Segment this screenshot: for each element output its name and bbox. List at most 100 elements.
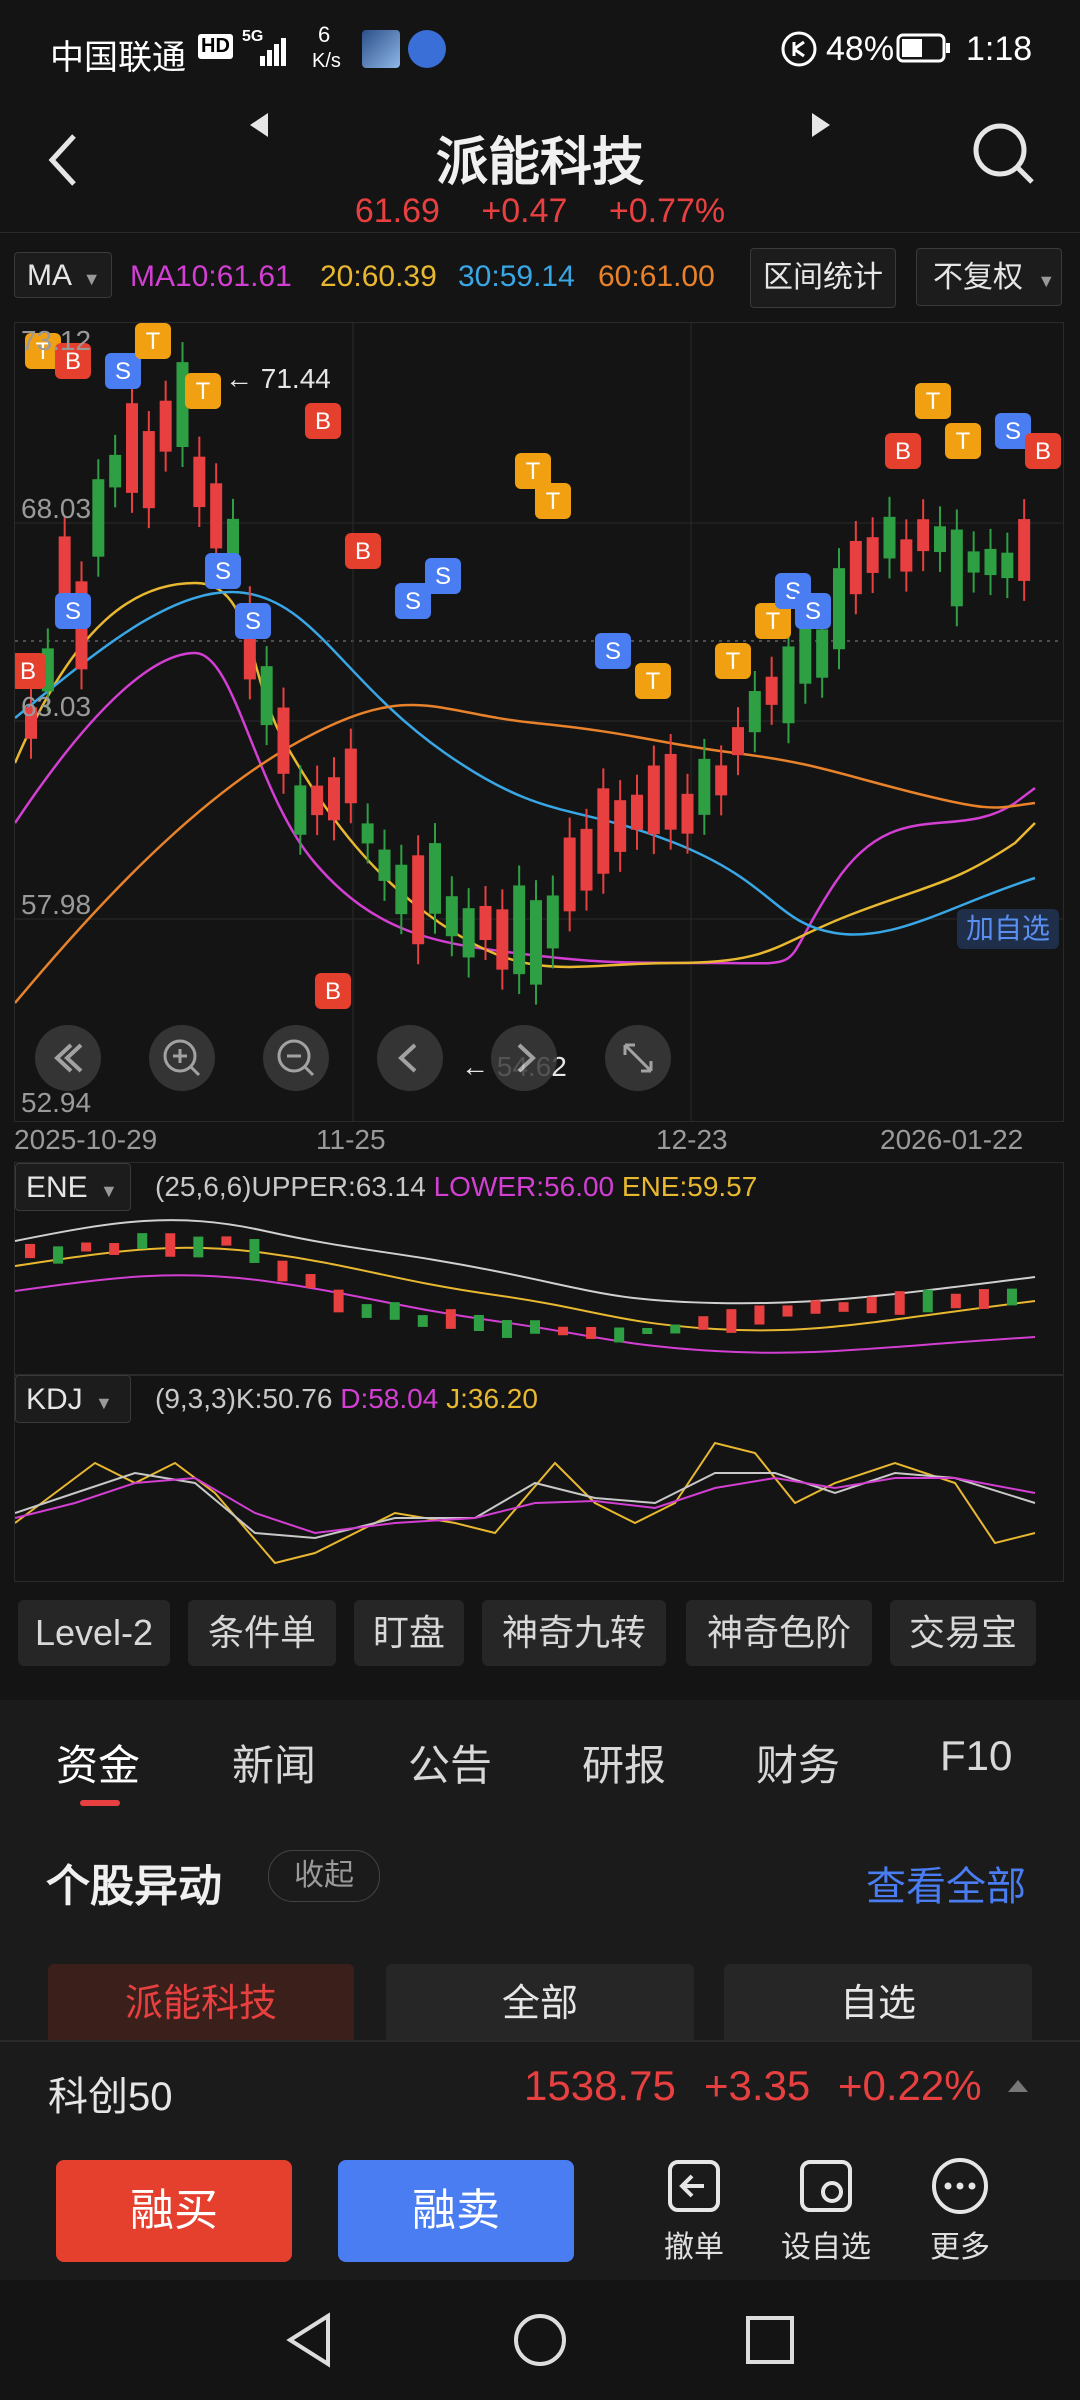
nav-home-icon[interactable]	[512, 2310, 568, 2370]
signal-marker-s[interactable]: S	[205, 553, 241, 589]
signal-marker-s[interactable]: S	[795, 593, 831, 629]
signal-marker-t[interactable]: T	[945, 423, 981, 459]
section-title: 个股异动	[46, 1862, 222, 1911]
svg-text:S: S	[65, 598, 81, 625]
view-all-link[interactable]: 查看全部	[866, 1854, 1026, 1912]
ene-values: (25,6,6)UPPER:63.14 LOWER:56.00 ENE:59.5…	[155, 1171, 757, 1203]
tab-watch[interactable]: 盯盘	[354, 1600, 464, 1666]
zoom-in-button[interactable]	[149, 1025, 215, 1091]
kdj-values: (9,3,3)K:50.76 D:58.04 J:36.20	[155, 1383, 538, 1415]
svg-text:S: S	[245, 608, 261, 635]
tab-conditional-order[interactable]: 条件单	[188, 1600, 336, 1666]
tab-announcements[interactable]: 公告	[408, 1732, 492, 1793]
tab-magic-color[interactable]: 神奇色阶	[686, 1600, 872, 1666]
candle-body	[462, 908, 475, 958]
ene-value: ENE:59.57	[621, 1171, 758, 1202]
signal-marker-t[interactable]: T	[635, 663, 671, 699]
ene-panel: ENE ▼ (25,6,6)UPPER:63.14 LOWER:56.00 EN…	[14, 1162, 1064, 1376]
battery-icon	[896, 33, 950, 63]
svg-text:B: B	[325, 978, 341, 1005]
ene-selector[interactable]: ENE ▼	[15, 1163, 131, 1211]
status-bar: 中国联通 HD 5G 6 K/s 48% 1:18	[0, 0, 1080, 100]
signal-marker-b[interactable]: B	[345, 533, 381, 569]
signal-marker-t[interactable]: T	[915, 383, 951, 419]
candle-body	[445, 896, 458, 937]
ma-selector[interactable]: MA ▼	[14, 252, 112, 298]
chevron-down-icon: ▼	[1037, 271, 1056, 291]
signal-marker-t[interactable]: T	[535, 483, 571, 519]
fullscreen-button[interactable]	[605, 1025, 671, 1091]
signal-marker-t[interactable]: T	[135, 323, 171, 359]
high-price-note: ← 71.44	[225, 363, 331, 394]
ma60-value: 60:61.00	[598, 260, 715, 293]
tool-tab-bar: Level-2 条件单 盯盘 神奇九转 神奇色阶 交易宝	[0, 1600, 1080, 1676]
kdj-j-line	[15, 1441, 1036, 1565]
candle-body	[614, 800, 627, 852]
nav-recents-icon[interactable]	[742, 2310, 798, 2370]
ma-indicator-row: MA ▼ MA10:61.61 20:60.39 30:59.14 60:61.…	[0, 248, 1080, 308]
nav-back-icon[interactable]	[282, 2310, 338, 2370]
add-watch-button[interactable]: 加自选	[957, 909, 1059, 949]
filter-all[interactable]: 全部	[386, 1964, 694, 2040]
ene-candle	[782, 1305, 793, 1317]
ma20-value: 20:60.39	[320, 260, 437, 293]
filter-watchlist[interactable]: 自选	[724, 1964, 1032, 2040]
more-icon	[932, 2158, 988, 2214]
svg-text:S: S	[405, 588, 421, 615]
signal-marker-s[interactable]: S	[235, 603, 271, 639]
range-stats-button[interactable]: 区间统计	[750, 248, 896, 308]
candle-body	[782, 646, 795, 724]
signal-marker-s[interactable]: S	[55, 593, 91, 629]
candle-body	[748, 691, 761, 733]
tab-magic-nine[interactable]: 神奇九转	[482, 1600, 666, 1666]
adjust-selector[interactable]: 不复权 ▼	[916, 248, 1062, 306]
kdj-d-value: D:58.04	[340, 1383, 439, 1414]
scroll-right-button[interactable]	[491, 1025, 557, 1091]
ene-svg	[15, 1219, 1036, 1354]
tab-level2[interactable]: Level-2	[18, 1600, 170, 1666]
signal-marker-b[interactable]: B	[305, 403, 341, 439]
margin-sell-button[interactable]: 融卖	[338, 2160, 574, 2262]
svg-text:B: B	[895, 438, 911, 465]
signal-marker-b[interactable]: B	[15, 653, 46, 689]
candle-body	[344, 748, 357, 804]
signal-marker-s[interactable]: S	[595, 633, 631, 669]
kdj-selector[interactable]: KDJ ▼	[15, 1375, 131, 1423]
candle-body	[732, 727, 744, 756]
scroll-left-button[interactable]	[377, 1025, 443, 1091]
collapse-button[interactable]: 收起	[268, 1850, 380, 1902]
signal-marker-b[interactable]: B	[1025, 433, 1061, 469]
search-icon[interactable]	[970, 120, 1036, 186]
filter-stock[interactable]: 派能科技	[48, 1964, 354, 2040]
kdj-k-value: (9,3,3)K:50.76	[155, 1383, 333, 1414]
signal-marker-b[interactable]: B	[315, 973, 351, 1009]
candle-body	[513, 885, 526, 975]
tab-research[interactable]: 研报	[582, 1732, 666, 1793]
set-watch-label: 设自选	[781, 2231, 871, 2264]
signal-marker-s[interactable]: S	[425, 558, 461, 594]
current-price: 61.69	[354, 192, 440, 230]
signal-marker-t[interactable]: T	[715, 643, 751, 679]
svg-text:B: B	[1035, 438, 1051, 465]
zoom-out-button[interactable]	[263, 1025, 329, 1091]
signal-marker-b[interactable]: B	[885, 433, 921, 469]
ene-candle	[614, 1327, 625, 1343]
tab-financials[interactable]: 财务	[756, 1732, 840, 1793]
ene-candle	[221, 1236, 232, 1246]
svg-text:S: S	[605, 638, 621, 665]
index-pct: +0.22%	[838, 2062, 982, 2109]
next-stock-icon[interactable]	[806, 110, 836, 140]
tab-news[interactable]: 新闻	[232, 1732, 316, 1793]
zoom-in-icon	[163, 1039, 201, 1077]
tab-funds[interactable]: 资金	[56, 1732, 140, 1793]
margin-buy-button[interactable]: 融买	[56, 2160, 292, 2262]
kline-chart[interactable]: TBSTSTBSBBSTTSTTTSSBTTSBBSS 73.12 68.03 …	[14, 322, 1064, 1122]
svg-text:T: T	[196, 378, 211, 405]
tab-trade-treasure[interactable]: 交易宝	[890, 1600, 1036, 1666]
expand-up-icon[interactable]	[1006, 2076, 1030, 2096]
tab-f10[interactable]: F10	[940, 1732, 1012, 1780]
signal-marker-t[interactable]: T	[185, 373, 221, 409]
scroll-left-fast-button[interactable]	[35, 1025, 101, 1091]
signal-marker-s[interactable]: S	[105, 353, 141, 389]
kdj-panel: KDJ ▼ (9,3,3)K:50.76 D:58.04 J:36.20	[14, 1374, 1064, 1582]
